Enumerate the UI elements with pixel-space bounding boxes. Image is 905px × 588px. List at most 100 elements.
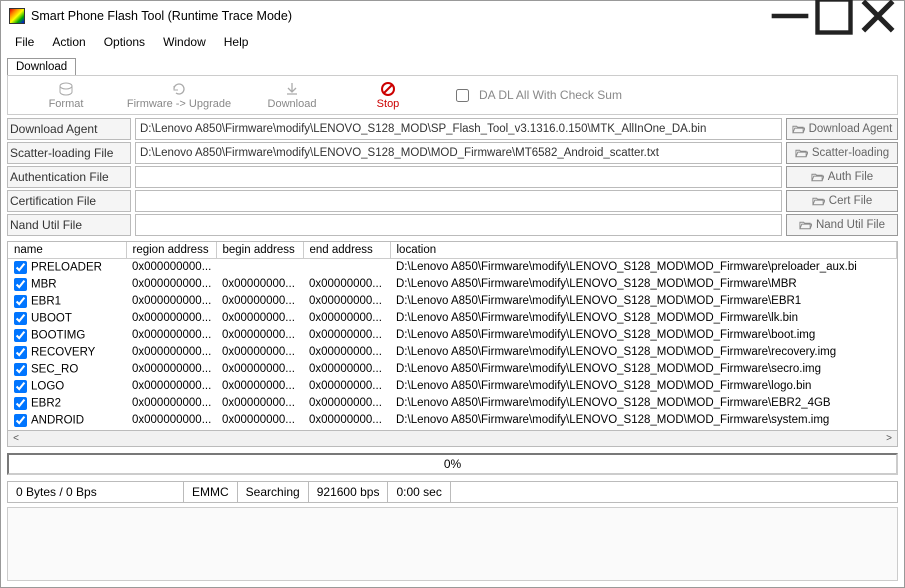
table-row[interactable]: EBR10x000000000...0x00000000...0x0000000… bbox=[8, 293, 897, 310]
folder-open-icon bbox=[792, 124, 805, 135]
menu-options[interactable]: Options bbox=[96, 33, 153, 51]
menu-file[interactable]: File bbox=[7, 33, 42, 51]
table-row[interactable]: PRELOADER0x000000000...D:\Lenovo A850\Fi… bbox=[8, 259, 897, 276]
da-input[interactable] bbox=[135, 118, 782, 140]
row-begin: 0x00000000... bbox=[216, 327, 303, 344]
row-checkbox[interactable] bbox=[14, 329, 27, 342]
row-checkbox[interactable] bbox=[14, 380, 27, 393]
scatter-label: Scatter-loading File bbox=[7, 142, 131, 164]
checksum-checkbox[interactable] bbox=[456, 89, 469, 102]
row-location: D:\Lenovo A850\Firmware\modify\LENOVO_S1… bbox=[390, 361, 897, 378]
row-name: LOGO bbox=[31, 380, 64, 392]
menu-action[interactable]: Action bbox=[44, 33, 93, 51]
minimize-button[interactable] bbox=[768, 2, 812, 30]
horizontal-scrollbar[interactable]: < > bbox=[7, 431, 898, 447]
format-button[interactable]: Format bbox=[18, 81, 114, 110]
row-name: EBR2 bbox=[31, 397, 61, 409]
toolbar: Format Firmware -> Upgrade Download Stop… bbox=[7, 75, 898, 115]
tab-download[interactable]: Download bbox=[7, 58, 76, 75]
menu-help[interactable]: Help bbox=[216, 33, 257, 51]
col-location[interactable]: location bbox=[390, 242, 897, 259]
row-end: 0x00000000... bbox=[303, 310, 390, 327]
row-begin: 0x00000000... bbox=[216, 395, 303, 412]
row-checkbox[interactable] bbox=[14, 278, 27, 291]
status-storage: EMMC bbox=[184, 482, 238, 502]
progress-bar: 0% bbox=[7, 453, 898, 475]
stop-button[interactable]: Stop bbox=[340, 81, 436, 110]
row-checkbox[interactable] bbox=[14, 363, 27, 376]
col-name[interactable]: name bbox=[8, 242, 126, 259]
row-region: 0x000000000... bbox=[126, 412, 216, 429]
table-row[interactable]: EBR20x000000000...0x00000000...0x0000000… bbox=[8, 395, 897, 412]
table-row[interactable]: RECOVERY0x000000000...0x00000000...0x000… bbox=[8, 344, 897, 361]
row-begin: 0x00000000... bbox=[216, 293, 303, 310]
stop-icon bbox=[380, 81, 396, 97]
status-bytes: 0 Bytes / 0 Bps bbox=[8, 482, 184, 502]
cert-input[interactable] bbox=[135, 190, 782, 212]
maximize-button[interactable] bbox=[812, 2, 856, 30]
row-name: PRELOADER bbox=[31, 261, 102, 273]
row-location: D:\Lenovo A850\Firmware\modify\LENOVO_S1… bbox=[390, 293, 897, 310]
row-checkbox[interactable] bbox=[14, 312, 27, 325]
row-region: 0x000000000... bbox=[126, 310, 216, 327]
row-checkbox[interactable] bbox=[14, 397, 27, 410]
row-region: 0x000000000... bbox=[126, 361, 216, 378]
scatter-browse-button[interactable]: Scatter-loading bbox=[786, 142, 898, 164]
titlebar: Smart Phone Flash Tool (Runtime Trace Mo… bbox=[1, 1, 904, 31]
table-row[interactable]: ANDROID0x000000000...0x00000000...0x0000… bbox=[8, 412, 897, 429]
table-row[interactable]: MBR0x000000000...0x00000000...0x00000000… bbox=[8, 276, 897, 293]
row-end: 0x00000000... bbox=[303, 395, 390, 412]
row-location: D:\Lenovo A850\Firmware\modify\LENOVO_S1… bbox=[390, 378, 897, 395]
scatter-input[interactable] bbox=[135, 142, 782, 164]
auth-browse-button[interactable]: Auth File bbox=[786, 166, 898, 188]
cert-label: Certification File bbox=[7, 190, 131, 212]
row-checkbox[interactable] bbox=[14, 414, 27, 427]
da-label: Download Agent bbox=[7, 118, 131, 140]
row-region: 0x000000000... bbox=[126, 378, 216, 395]
nand-browse-button[interactable]: Nand Util File bbox=[786, 214, 898, 236]
row-name: ANDROID bbox=[31, 414, 84, 426]
stop-label: Stop bbox=[377, 98, 400, 110]
checksum-toggle[interactable]: DA DL All With Check Sum bbox=[456, 88, 622, 102]
upgrade-button[interactable]: Firmware -> Upgrade bbox=[114, 81, 244, 110]
auth-label: Authentication File bbox=[7, 166, 131, 188]
auth-input[interactable] bbox=[135, 166, 782, 188]
table-row[interactable]: SEC_RO0x000000000...0x00000000...0x00000… bbox=[8, 361, 897, 378]
app-window: Smart Phone Flash Tool (Runtime Trace Mo… bbox=[0, 0, 905, 588]
row-end: 0x00000000... bbox=[303, 327, 390, 344]
row-end: 0x00000000... bbox=[303, 361, 390, 378]
scroll-right-icon[interactable]: > bbox=[881, 433, 897, 444]
row-checkbox[interactable] bbox=[14, 261, 27, 274]
cert-browse-button[interactable]: Cert File bbox=[786, 190, 898, 212]
row-checkbox[interactable] bbox=[14, 295, 27, 308]
table-row[interactable]: UBOOT0x000000000...0x00000000...0x000000… bbox=[8, 310, 897, 327]
table-row[interactable]: LOGO0x000000000...0x00000000...0x0000000… bbox=[8, 378, 897, 395]
nand-input[interactable] bbox=[135, 214, 782, 236]
checksum-label: DA DL All With Check Sum bbox=[479, 88, 622, 102]
row-end bbox=[303, 259, 390, 276]
progress-text: 0% bbox=[444, 457, 461, 471]
table-row[interactable]: BOOTIMG0x000000000...0x00000000...0x0000… bbox=[8, 327, 897, 344]
row-end: 0x00000000... bbox=[303, 378, 390, 395]
col-region[interactable]: region address bbox=[126, 242, 216, 259]
row-location: D:\Lenovo A850\Firmware\modify\LENOVO_S1… bbox=[390, 327, 897, 344]
file-fields: Download Agent Download Agent Scatter-lo… bbox=[7, 117, 898, 237]
close-button[interactable] bbox=[856, 2, 900, 30]
row-checkbox[interactable] bbox=[14, 346, 27, 359]
table-scroll[interactable]: name region address begin address end ad… bbox=[8, 242, 897, 430]
col-begin[interactable]: begin address bbox=[216, 242, 303, 259]
col-end[interactable]: end address bbox=[303, 242, 390, 259]
row-region: 0x000000000... bbox=[126, 276, 216, 293]
download-icon bbox=[284, 81, 300, 97]
scroll-left-icon[interactable]: < bbox=[8, 433, 24, 444]
menu-window[interactable]: Window bbox=[155, 33, 214, 51]
da-browse-button[interactable]: Download Agent bbox=[786, 118, 898, 140]
row-begin: 0x00000000... bbox=[216, 344, 303, 361]
row-begin: 0x00000000... bbox=[216, 378, 303, 395]
nand-label: Nand Util File bbox=[7, 214, 131, 236]
row-name: MBR bbox=[31, 278, 57, 290]
upgrade-label: Firmware -> Upgrade bbox=[127, 98, 231, 110]
format-label: Format bbox=[49, 98, 84, 110]
row-name: BOOTIMG bbox=[31, 329, 85, 341]
download-button[interactable]: Download bbox=[244, 81, 340, 110]
